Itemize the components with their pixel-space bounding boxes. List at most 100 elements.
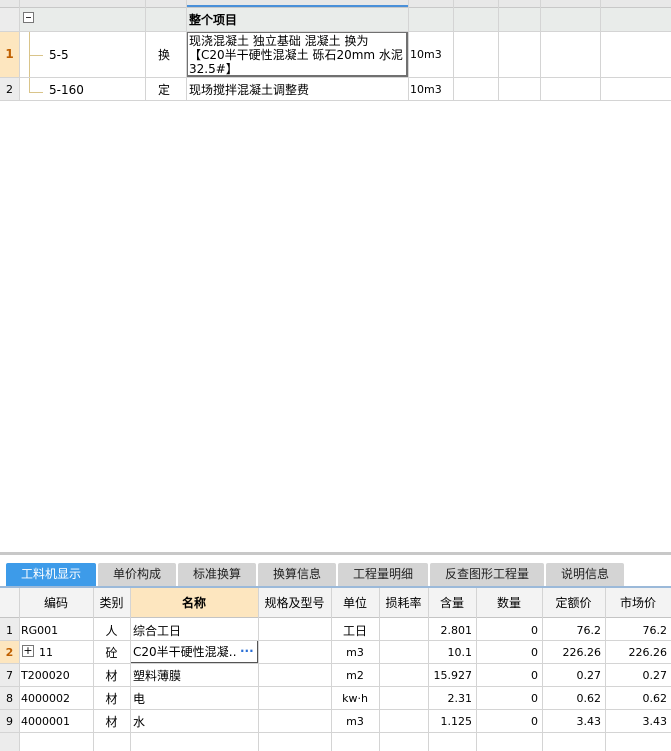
grid-line <box>258 588 259 751</box>
row-1-number[interactable]: 1 <box>0 47 19 61</box>
grid-line <box>0 31 671 32</box>
table-cell-quota-price[interactable]: 3.43 <box>542 715 605 729</box>
grid-line <box>498 0 499 101</box>
grid-line <box>408 0 409 101</box>
tab-labor-material-machine[interactable]: 工料机显示 <box>6 563 96 586</box>
table-cell-type[interactable]: 材 <box>93 692 130 706</box>
grid-line <box>453 0 454 101</box>
tab-description[interactable]: 说明信息 <box>546 563 624 586</box>
table-cell-quantity[interactable]: 0 <box>476 669 542 683</box>
table-cell-name[interactable]: C20半干硬性混凝… <box>133 645 237 659</box>
table-cell-code[interactable]: 11 <box>39 646 53 660</box>
grid-line <box>0 709 671 710</box>
table-cell-code[interactable]: T200020 <box>21 669 70 683</box>
tree-line <box>29 31 30 93</box>
grid-line <box>0 663 671 664</box>
table-cell-unit[interactable]: m3 <box>331 715 379 729</box>
grid-line <box>93 588 94 751</box>
table-cell-market-price[interactable]: 3.43 <box>605 715 671 729</box>
table-cell-unit[interactable]: m2 <box>331 669 379 683</box>
row-2-unit[interactable]: 10m3 <box>410 83 442 97</box>
table-row-number[interactable]: 9 <box>0 715 19 729</box>
table-cell-market-price[interactable]: 76.2 <box>605 624 671 638</box>
table-cell-market-price[interactable]: 0.27 <box>605 669 671 683</box>
table-cell-quantity[interactable]: 0 <box>476 646 542 660</box>
table-row-number[interactable]: 7 <box>0 669 19 683</box>
column-header-market-price[interactable]: 市场价 <box>605 588 671 618</box>
grid-line <box>379 588 380 751</box>
table-cell-name[interactable]: 电 <box>133 692 145 706</box>
table-cell-quantity[interactable]: 0 <box>476 624 542 638</box>
table-cell-name[interactable]: 水 <box>133 715 145 729</box>
table-cell-content[interactable]: 10.1 <box>428 646 476 660</box>
tab-unit-price-composition[interactable]: 单价构成 <box>98 563 176 586</box>
table-cell-quota-price[interactable]: 0.27 <box>542 669 605 683</box>
row-1-name-line-2: 【C20半干硬性混凝土 砾石20mm 水泥 <box>189 48 403 62</box>
table-cell-code[interactable]: RG001 <box>21 624 58 638</box>
grid-line <box>600 0 601 101</box>
column-header-loss-rate[interactable]: 损耗率 <box>379 588 428 618</box>
tree-branch <box>29 55 43 56</box>
table-cell-content[interactable]: 2.31 <box>428 692 476 706</box>
grid-line <box>0 100 671 101</box>
table-row-number[interactable]: 1 <box>0 624 19 638</box>
column-header-unit[interactable]: 单位 <box>331 588 379 618</box>
table-cell-type[interactable]: 材 <box>93 669 130 683</box>
grid-line <box>0 732 671 733</box>
tab-standard-conversion[interactable]: 标准换算 <box>178 563 256 586</box>
grid-line <box>0 640 671 641</box>
table-row-number[interactable]: 2 <box>0 646 19 660</box>
column-header-code[interactable]: 编码 <box>19 588 93 618</box>
row-2-name[interactable]: 现场搅拌混凝土调整费 <box>189 83 309 97</box>
column-header-content[interactable]: 含量 <box>428 588 476 618</box>
row-1-unit[interactable]: 10m3 <box>410 48 442 62</box>
table-row-number[interactable]: 8 <box>0 692 19 706</box>
more-options-icon[interactable]: ··· <box>240 644 254 658</box>
table-cell-quota-price[interactable]: 76.2 <box>542 624 605 638</box>
tab-quantity-detail[interactable]: 工程量明细 <box>338 563 428 586</box>
row-2-number[interactable]: 2 <box>0 83 19 97</box>
column-header-quantity[interactable]: 数量 <box>476 588 542 618</box>
grid-line <box>130 588 131 751</box>
row-2-code[interactable]: 5-160 <box>49 83 84 97</box>
table-cell-quota-price[interactable]: 0.62 <box>542 692 605 706</box>
table-cell-quota-price[interactable]: 226.26 <box>542 646 605 660</box>
row-1-code[interactable]: 5-5 <box>49 48 69 62</box>
table-cell-name[interactable]: 塑料薄膜 <box>133 669 181 683</box>
grid-line <box>0 77 671 78</box>
tab-reverse-graphic-quantity[interactable]: 反查图形工程量 <box>430 563 544 586</box>
table-cell-content[interactable]: 2.801 <box>428 624 476 638</box>
grid-line <box>428 588 429 751</box>
column-header-quota-price[interactable]: 定额价 <box>542 588 605 618</box>
table-cell-content[interactable]: 1.125 <box>428 715 476 729</box>
collapse-toggle[interactable] <box>23 12 34 23</box>
column-header-type[interactable]: 类别 <box>93 588 130 618</box>
column-header-spec[interactable]: 规格及型号 <box>258 588 331 618</box>
table-cell-market-price[interactable]: 0.62 <box>605 692 671 706</box>
column-header-name[interactable]: 名称 <box>130 588 258 618</box>
row-1-type[interactable]: 换 <box>158 48 170 62</box>
table-cell-code[interactable]: 4000001 <box>21 715 70 729</box>
table-cell-type[interactable]: 人 <box>93 624 130 638</box>
grid-line <box>186 0 187 101</box>
grid-line <box>145 0 146 101</box>
group-row[interactable] <box>19 8 671 31</box>
table-cell-content[interactable]: 15.927 <box>428 669 476 683</box>
tab-conversion-info[interactable]: 换算信息 <box>258 563 336 586</box>
table-cell-unit[interactable]: kw·h <box>331 692 379 706</box>
row-1-name-line-1: 现浇混凝土 独立基础 混凝土 换为 <box>189 34 369 48</box>
table-cell-unit[interactable]: 工日 <box>331 624 379 638</box>
table-cell-quantity[interactable]: 0 <box>476 715 542 729</box>
expand-toggle[interactable]: + <box>22 644 34 657</box>
minus-icon <box>26 17 31 18</box>
panel-splitter[interactable] <box>0 552 671 555</box>
table-cell-type[interactable]: 材 <box>93 715 130 729</box>
grid-line <box>542 588 543 751</box>
table-cell-code[interactable]: 4000002 <box>21 692 70 706</box>
row-2-type[interactable]: 定 <box>158 83 170 97</box>
table-cell-type[interactable]: 砼 <box>93 646 130 660</box>
table-cell-quantity[interactable]: 0 <box>476 692 542 706</box>
table-cell-unit[interactable]: m3 <box>331 646 379 660</box>
table-cell-name[interactable]: 综合工日 <box>133 624 181 638</box>
table-cell-market-price[interactable]: 226.26 <box>605 646 671 660</box>
